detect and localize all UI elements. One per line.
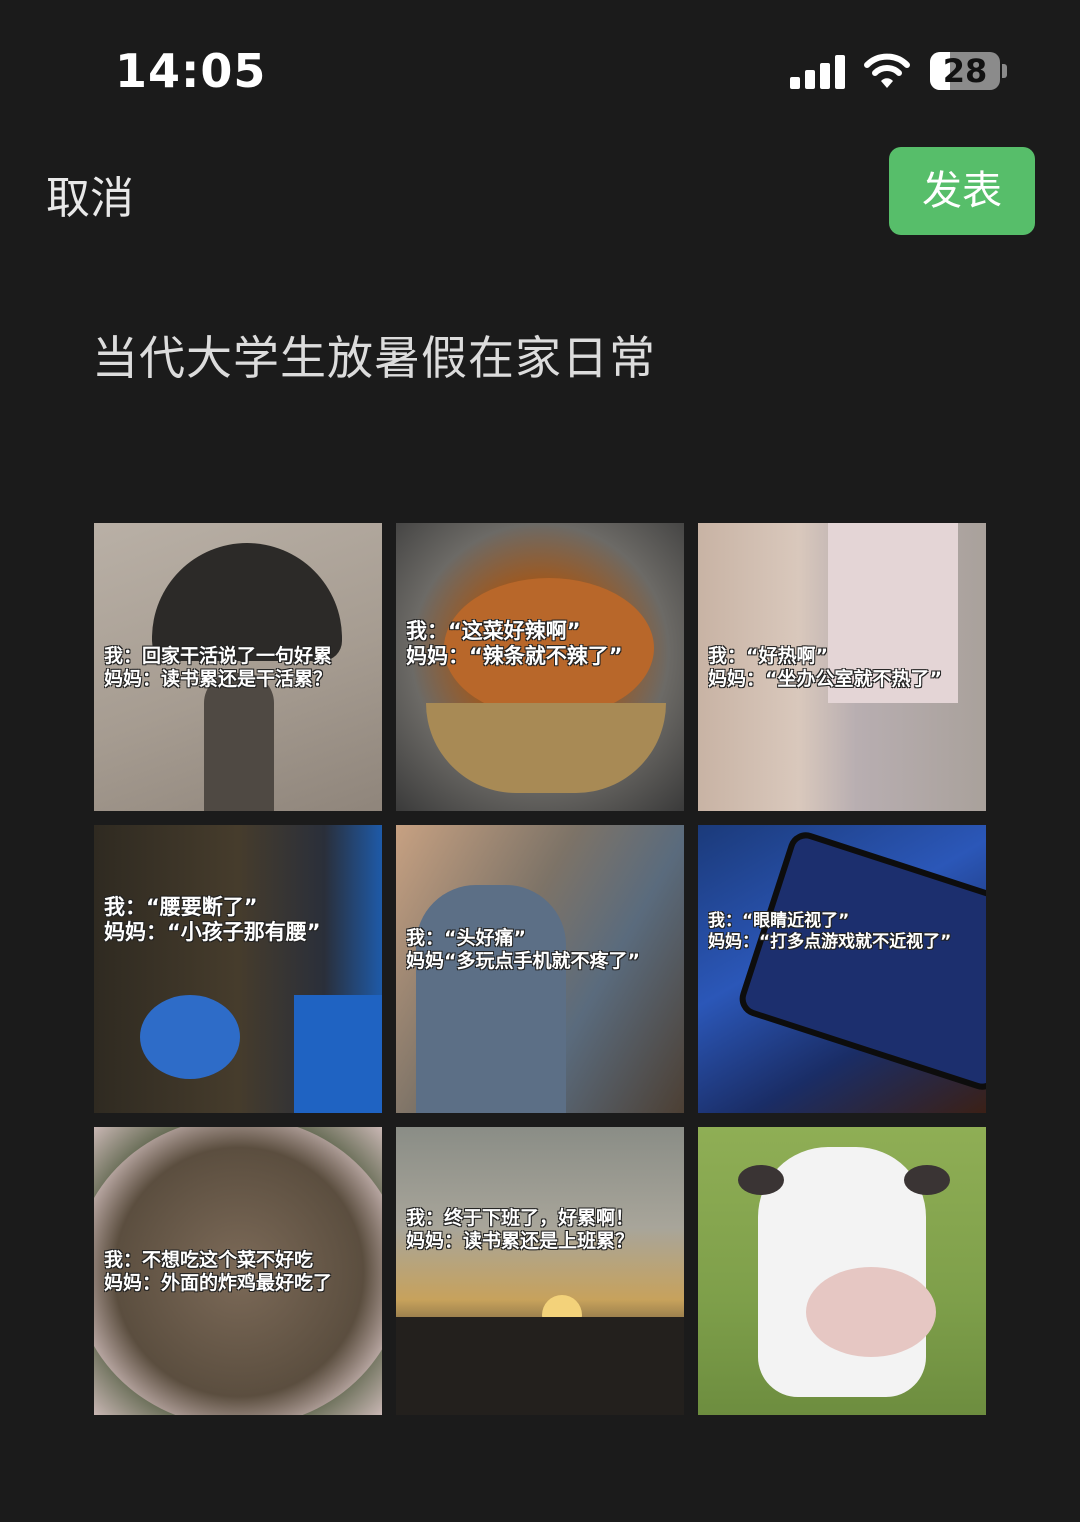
photo-caption: 我：“腰要断了” 妈妈：“小孩子那有腰” [104, 895, 376, 945]
phone-game [734, 827, 986, 1095]
photo-caption: 我：“眼睛近视了” 妈妈：“打多点游戏就不近视了” [708, 911, 980, 953]
cow-ear [904, 1165, 950, 1195]
post-text-input[interactable]: 当代大学生放暑假在家日常 [92, 322, 656, 388]
umbrella-shadow [152, 543, 342, 661]
photo-thumbnail-6[interactable]: 我：“眼睛近视了” 妈妈：“打多点游戏就不近视了” [698, 825, 986, 1113]
caption-line-2: 妈妈：“小孩子那有腰” [104, 920, 321, 944]
metro-door [294, 995, 382, 1113]
cow-face [758, 1147, 936, 1397]
battery-percent: 28 [942, 52, 988, 90]
cow-ear [738, 1165, 784, 1195]
caption-line-2: 妈妈：“辣条就不辣了” [406, 644, 623, 668]
cellular-signal-icon [790, 55, 846, 89]
photo-caption: 我：“头好痛” 妈妈“多玩点手机就不疼了” [406, 927, 678, 973]
caption-line-1: 我：不想吃这个菜不好吃 [104, 1249, 314, 1271]
photo-caption: 我：不想吃这个菜不好吃 妈妈：外面的炸鸡最好吃了 [104, 1249, 376, 1295]
caption-line-2: 妈妈：“坐办公室就不热了” [708, 668, 942, 690]
photo-thumbnail-4[interactable]: 我：“腰要断了” 妈妈：“小孩子那有腰” [94, 825, 382, 1113]
caption-line-1: 我：终于下班了，好累啊！ [406, 1207, 635, 1229]
status-time: 14:05 [115, 44, 267, 98]
photo-thumbnail-2[interactable]: 我：“这菜好辣啊” 妈妈：“辣条就不辣了” [396, 523, 684, 811]
photo-caption: 我：“这菜好辣啊” 妈妈：“辣条就不辣了” [406, 619, 678, 669]
photo-caption: 我：“好热啊” 妈妈：“坐办公室就不热了” [708, 645, 980, 691]
battery-icon: 28 [930, 52, 1000, 90]
cancel-button[interactable]: 取消 [46, 162, 134, 226]
caption-line-1: 我：“头好痛” [406, 927, 526, 949]
photo-thumbnail-7[interactable]: 我：不想吃这个菜不好吃 妈妈：外面的炸鸡最好吃了 [94, 1127, 382, 1415]
photo-thumbnail-1[interactable]: 我：回家干活说了一句好累 妈妈：读书累还是干活累？ [94, 523, 382, 811]
caption-line-1: 我：“好热啊” [708, 645, 828, 667]
battery-tip [1002, 64, 1007, 78]
photo-thumbnail-5[interactable]: 我：“头好痛” 妈妈“多玩点手机就不疼了” [396, 825, 684, 1113]
caption-line-1: 我：“腰要断了” [104, 895, 258, 919]
status-bar: 14:05 28 [0, 0, 1080, 140]
caption-line-2: 妈妈：“打多点游戏就不近视了” [708, 932, 952, 952]
skyline [396, 1317, 684, 1415]
pot [426, 703, 666, 793]
caption-line-2: 妈妈“多玩点手机就不疼了” [406, 950, 640, 972]
caption-line-2: 妈妈：读书累还是上班累？ [406, 1230, 635, 1252]
photo-thumbnail-9[interactable] [698, 1127, 986, 1415]
child-figure [416, 885, 566, 1113]
person-shadow [204, 673, 274, 811]
caption-line-1: 我：“眼睛近视了” [708, 911, 850, 931]
caption-line-2: 妈妈：读书累还是干活累？ [104, 668, 333, 690]
photo-thumbnail-3[interactable]: 我：“好热啊” 妈妈：“坐办公室就不热了” [698, 523, 986, 811]
wifi-icon [864, 52, 910, 90]
cow-nose [806, 1267, 936, 1357]
metro-sign [140, 995, 240, 1079]
photo-caption: 我：终于下班了，好累啊！ 妈妈：读书累还是上班累？ [406, 1207, 678, 1253]
caption-line-2: 妈妈：外面的炸鸡最好吃了 [104, 1272, 333, 1294]
publish-button[interactable]: 发表 [889, 147, 1035, 235]
photo-thumbnail-8[interactable]: 我：终于下班了，好累啊！ 妈妈：读书累还是上班累？ [396, 1127, 684, 1415]
caption-line-1: 我：“这菜好辣啊” [406, 619, 581, 643]
photo-caption: 我：回家干活说了一句好累 妈妈：读书累还是干活累？ [104, 645, 376, 691]
caption-line-1: 我：回家干活说了一句好累 [104, 645, 333, 667]
